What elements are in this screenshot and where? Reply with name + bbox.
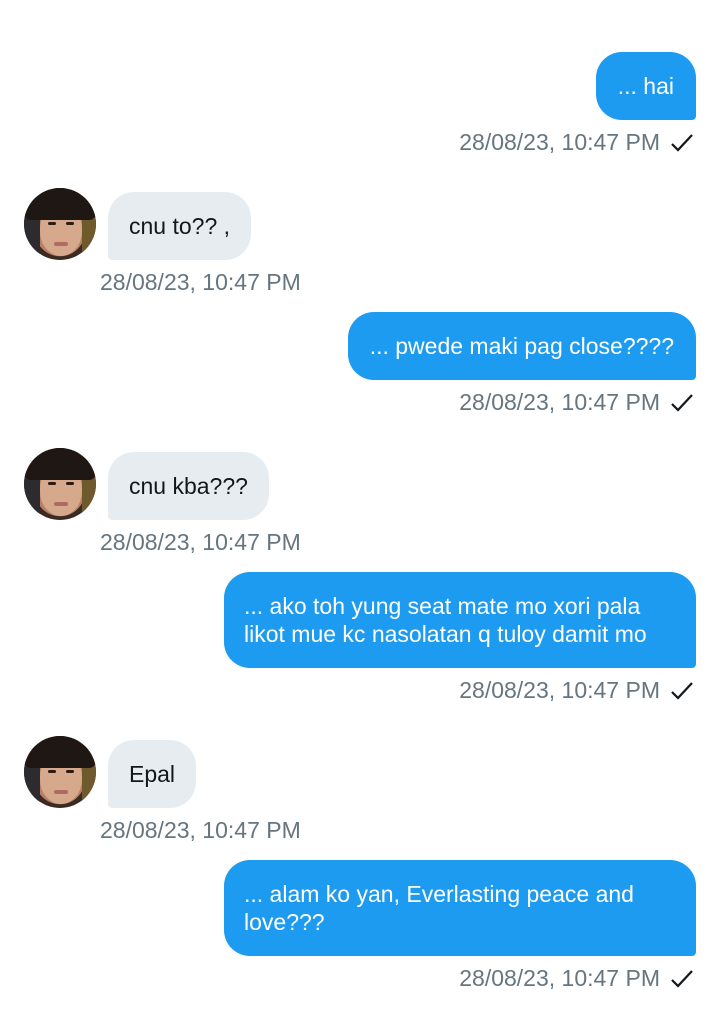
- avatar[interactable]: [24, 736, 96, 808]
- message-bubble-sent[interactable]: ... alam ko yan, Everlasting peace and l…: [224, 860, 696, 956]
- message-bubble-sent[interactable]: ... hai: [595, 52, 696, 120]
- message-bubble-received[interactable]: cnu kba???: [108, 452, 269, 520]
- message-timestamp: 28/08/23, 10:47 PM: [100, 269, 301, 295]
- message-timestamp: 28/08/23, 10:47 PM: [459, 129, 660, 155]
- message-bubble-received[interactable]: cnu to?? ,: [108, 192, 252, 260]
- check-icon: [670, 393, 694, 413]
- message-bubble-sent[interactable]: ... ako toh yung seat mate mo xori pala …: [224, 572, 696, 668]
- avatar[interactable]: [24, 188, 96, 260]
- check-icon: [670, 133, 694, 153]
- avatar[interactable]: [24, 448, 96, 520]
- message-timestamp: 28/08/23, 10:47 PM: [459, 677, 660, 703]
- message-timestamp: 28/08/23, 10:47 PM: [100, 817, 301, 843]
- message-bubble-sent[interactable]: ... pwede maki pag close????: [347, 312, 696, 380]
- message-bubble-received[interactable]: Epal: [108, 740, 197, 808]
- message-timestamp: 28/08/23, 10:47 PM: [100, 529, 301, 555]
- check-icon: [670, 969, 694, 989]
- check-icon: [670, 681, 694, 701]
- message-timestamp: 28/08/23, 10:47 PM: [459, 965, 660, 991]
- message-timestamp: 28/08/23, 10:47 PM: [459, 389, 660, 415]
